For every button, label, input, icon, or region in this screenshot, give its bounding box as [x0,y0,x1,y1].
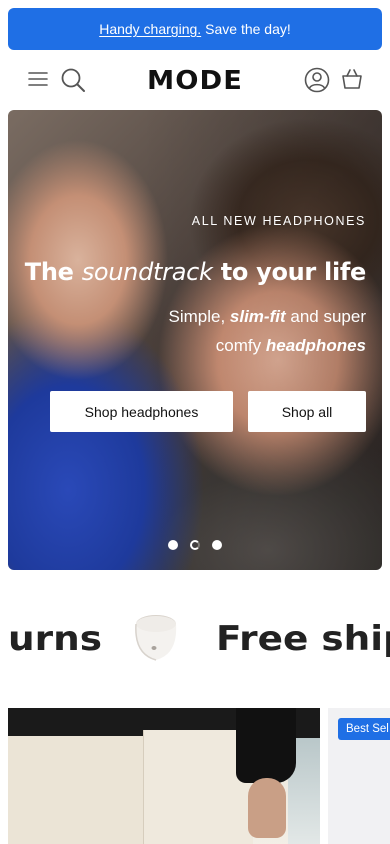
site-logo[interactable]: MODE [137,66,253,96]
site-header: MODE [0,58,390,102]
announcement-link[interactable]: Handy charging. [99,21,201,37]
account-icon[interactable] [303,66,331,94]
product-card-2[interactable]: Best Sel [328,708,390,844]
hero-title-pre: The [24,258,74,286]
marquee-text-returns: urns [8,619,102,659]
marquee-text-free-shipping: Free ship [216,619,390,659]
slide-dot-2[interactable] [190,540,200,550]
hero-sub-bold1: slim-fit [229,307,286,326]
shop-all-button[interactable]: Shop all [248,391,366,432]
hamburger-menu-icon[interactable] [27,68,49,90]
hero-title-italic: soundtrack [81,258,213,286]
hero-title-post: to your life [220,258,367,286]
hero-sub-bold2: headphones [265,336,366,355]
search-icon[interactable] [59,66,87,94]
basket-icon[interactable] [340,66,364,92]
hero-title: The soundtrack to your life [24,258,367,286]
shop-headphones-button[interactable]: Shop headphones [50,391,233,432]
hero-banner: ALL NEW HEADPHONES The soundtrack to you… [8,110,382,570]
announcement-text: Save the day! [205,21,291,37]
hero-subtitle: Simple, slim-fit and super comfy headpho… [126,302,366,360]
product-card-1[interactable] [8,708,320,844]
earbud-case-image [132,610,180,664]
hero-eyebrow: ALL NEW HEADPHONES [191,214,366,228]
best-seller-badge: Best Sel [338,718,390,740]
slide-dots [168,540,228,552]
slide-dot-3[interactable] [212,540,222,550]
hero-sub-pre: Simple, [168,307,226,326]
slide-dot-1[interactable] [168,540,178,550]
announcement-bar: Handy charging. Save the day! [8,8,382,50]
promo-marquee: urns Free ship [0,605,390,675]
